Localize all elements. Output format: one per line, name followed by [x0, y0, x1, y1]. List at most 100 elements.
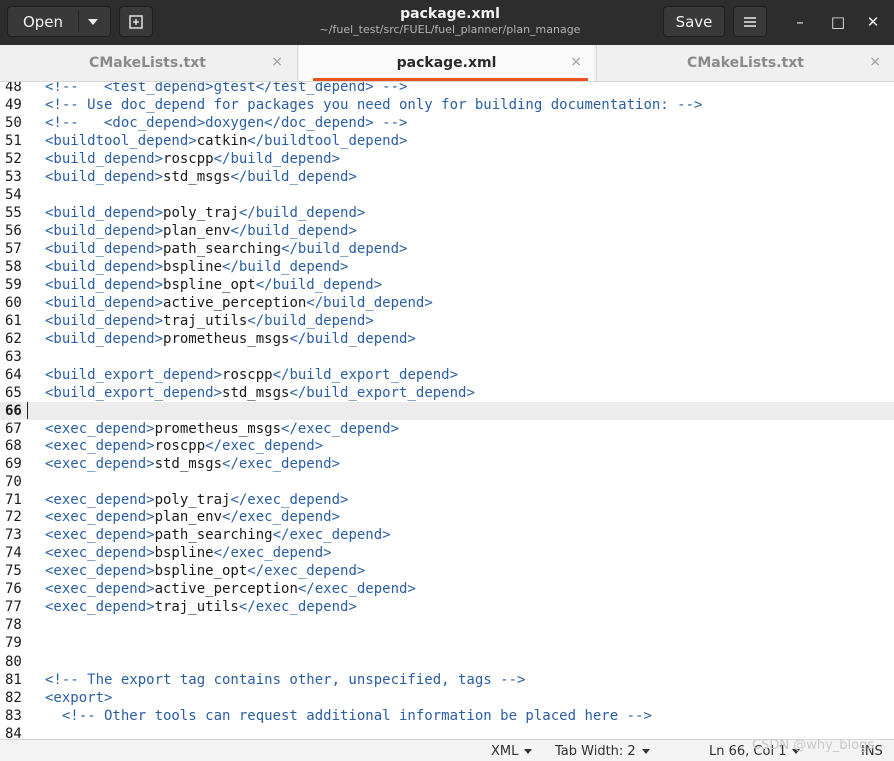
line-number: 58: [5, 259, 22, 275]
header-bar: Open package.xml ~/fuel_test/src/FUEL/fu…: [0, 0, 894, 45]
code-line[interactable]: 63: [0, 348, 894, 366]
xml-tag: </exec_depend>: [272, 527, 391, 543]
code-line[interactable]: 84: [0, 725, 894, 739]
xml-tag: </build_depend>: [230, 223, 357, 239]
code-line[interactable]: 74 <exec_depend>bspline</exec_depend>: [0, 544, 894, 562]
open-button-label: Open: [22, 13, 64, 31]
tab-separator: [596, 45, 597, 81]
xml-tag: </build_depend>: [289, 331, 416, 347]
xml-tag: </exec_depend>: [222, 456, 341, 472]
code-text: <exec_depend>path_searching</exec_depend…: [45, 526, 391, 544]
code-line[interactable]: 81 <!-- The export tag contains other, un…: [0, 671, 894, 689]
code-text: <buildtool_depend>catkin</buildtool_depe…: [45, 132, 407, 150]
code-line[interactable]: 62 <build_depend>prometheus_msgs</build_d…: [0, 330, 894, 348]
code-line[interactable]: 78: [0, 616, 894, 634]
xml-tag: <build_depend>: [45, 331, 164, 347]
menu-button[interactable]: [733, 6, 767, 37]
window-title: package.xml: [400, 6, 500, 22]
code-line[interactable]: 67 <exec_depend>prometheus_msgs</exec_dep…: [0, 420, 894, 438]
code-text: <build_depend>prometheus_msgs</build_dep…: [45, 330, 416, 348]
chevron-down-icon: [524, 749, 533, 754]
code-text: <build_depend>std_msgs</build_depend>: [45, 168, 357, 186]
code-line[interactable]: 50 <!-- <doc_depend>doxygen</doc_depend> …: [0, 114, 894, 132]
line-number: 73: [5, 527, 22, 543]
code-text: <!-- Other tools can request additional …: [45, 707, 652, 725]
code-line[interactable]: 73 <exec_depend>path_searching</exec_depe…: [0, 526, 894, 544]
chevron-down-icon[interactable]: [88, 19, 98, 25]
code-line[interactable]: 76 <exec_depend>active_perception</exec_d…: [0, 580, 894, 598]
code-line[interactable]: 61 <build_depend>traj_utils</build_depend…: [0, 312, 894, 330]
code-line[interactable]: 82 <export>: [0, 689, 894, 707]
code-line[interactable]: 77 <exec_depend>traj_utils</exec_depend>: [0, 598, 894, 616]
xml-tag: <exec_depend>: [45, 456, 155, 472]
tab-label: CMakeLists.txt: [89, 55, 206, 71]
code-text: <exec_depend>std_msgs</exec_depend>: [45, 455, 340, 473]
code-line[interactable]: 71 <exec_depend>poly_traj</exec_depend>: [0, 491, 894, 509]
tab-close-icon[interactable]: ×: [271, 54, 283, 70]
code-line[interactable]: 56 <build_depend>plan_env</build_depend>: [0, 222, 894, 240]
code-line[interactable]: 48 <!-- <test_depend>gtest</test_depend> …: [0, 82, 894, 96]
code-line[interactable]: 57 <build_depend>path_searching</build_de…: [0, 240, 894, 258]
xml-comment: <!-- <test_depend>gtest</test_depend> --…: [45, 82, 408, 95]
xml-tag: <build_export_depend>: [45, 385, 223, 401]
code-line[interactable]: 66: [0, 402, 894, 420]
code-text: <exec_depend>prometheus_msgs</exec_depen…: [45, 420, 399, 438]
code-line[interactable]: 65 <build_export_depend>std_msgs</build_e…: [0, 384, 894, 402]
xml-tag: </build_depend>: [255, 277, 383, 293]
code-line[interactable]: 64 <build_export_depend>roscpp</build_exp…: [0, 366, 894, 384]
code-line[interactable]: 53 <build_depend>std_msgs</build_depend>: [0, 168, 894, 186]
xml-tag: <build_depend>: [45, 241, 164, 257]
code-line[interactable]: 60 <build_depend>active_perception</build…: [0, 294, 894, 312]
code-line[interactable]: 75 <exec_depend>bspline_opt</exec_depend>: [0, 562, 894, 580]
tab-close-icon[interactable]: ×: [869, 54, 881, 70]
code-line[interactable]: 79: [0, 634, 894, 652]
xml-value: std_msgs: [163, 169, 231, 185]
minimize-icon[interactable]: –: [790, 12, 810, 32]
maximize-icon[interactable]: □: [828, 12, 848, 32]
xml-tag: </exec_depend>: [213, 545, 332, 561]
watermark: CSDN @why_blogs: [752, 738, 875, 753]
open-button[interactable]: Open: [7, 6, 111, 37]
line-number: 77: [5, 599, 22, 615]
language-selector[interactable]: XML: [491, 744, 533, 759]
tab-package-xml[interactable]: package.xml ×: [299, 45, 594, 81]
code-line[interactable]: 54: [0, 186, 894, 204]
line-number: 81: [5, 672, 22, 688]
xml-tag: </build_export_depend>: [289, 385, 475, 401]
tab-label: CMakeLists.txt: [687, 55, 804, 71]
line-number: 50: [5, 115, 22, 131]
code-line[interactable]: 49 <!-- Use doc_depend for packages you n…: [0, 96, 894, 114]
tab-close-icon[interactable]: ×: [570, 54, 582, 70]
code-text: <build_depend>bspline</build_depend>: [45, 258, 348, 276]
line-number: 65: [5, 385, 22, 401]
save-button[interactable]: Save: [663, 6, 725, 37]
code-line[interactable]: 72 <exec_depend>plan_env</exec_depend>: [0, 508, 894, 526]
xml-tag: </build_depend>: [306, 295, 433, 311]
xml-value: roscpp: [163, 151, 214, 167]
code-line[interactable]: 69 <exec_depend>std_msgs</exec_depend>: [0, 455, 894, 473]
code-line[interactable]: 70: [0, 473, 894, 491]
language-label: XML: [491, 744, 519, 759]
line-number: 53: [5, 169, 22, 185]
code-line[interactable]: 83 <!-- Other tools can request addition…: [0, 707, 894, 725]
code-line[interactable]: 51 <buildtool_depend>catkin</buildtool_de…: [0, 132, 894, 150]
code-line[interactable]: 80: [0, 653, 894, 671]
tab-cmakelists-1[interactable]: CMakeLists.txt ×: [0, 45, 295, 81]
xml-tag: <exec_depend>: [45, 599, 155, 615]
code-line[interactable]: 52 <build_depend>roscpp</build_depend>: [0, 150, 894, 168]
tab-cmakelists-2[interactable]: CMakeLists.txt ×: [598, 45, 893, 81]
code-line[interactable]: 55 <build_depend>poly_traj</build_depend>: [0, 204, 894, 222]
code-text: <build_depend>poly_traj</build_depend>: [45, 204, 365, 222]
code-line[interactable]: 59 <build_depend>bspline_opt</build_depen…: [0, 276, 894, 294]
new-tab-button[interactable]: [119, 6, 153, 37]
code-line[interactable]: 68 <exec_depend>roscpp</exec_depend>: [0, 437, 894, 455]
code-line[interactable]: 58 <build_depend>bspline</build_depend>: [0, 258, 894, 276]
xml-tag: <exec_depend>: [45, 421, 155, 437]
xml-value: traj_utils: [154, 599, 239, 615]
text-editor[interactable]: 48 <!-- <test_depend>gtest</test_depend> …: [0, 82, 894, 739]
xml-value: std_msgs: [222, 385, 290, 401]
line-number: 64: [5, 367, 22, 383]
code-text: <exec_depend>bspline</exec_depend>: [45, 544, 332, 562]
close-icon[interactable]: ✕: [863, 12, 883, 32]
tab-width-selector[interactable]: Tab Width: 2: [555, 744, 650, 759]
